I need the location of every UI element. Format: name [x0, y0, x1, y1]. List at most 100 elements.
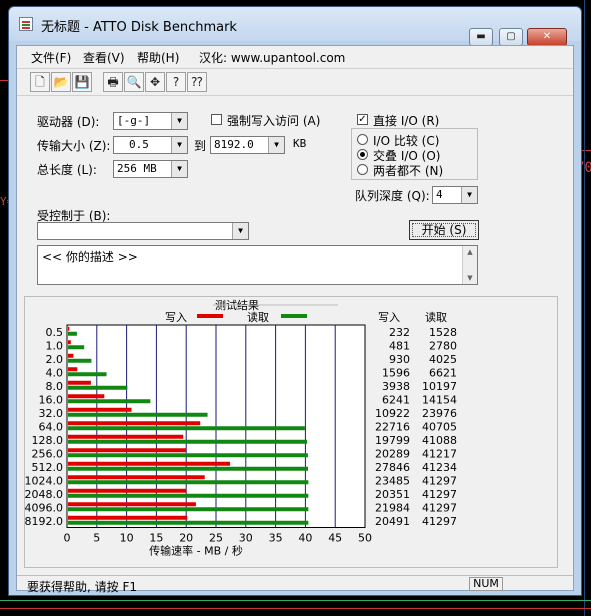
- write-bar: [68, 421, 201, 426]
- maximize-button[interactable]: ▢: [499, 28, 523, 46]
- app-window: 无标题 - ATTO Disk Benchmark ▬ ▢ ✕ 文件(F) 查看…: [8, 6, 582, 596]
- total-length-label: 总长度 (L):: [37, 163, 97, 177]
- menu-localization[interactable]: 汉化: www.upantool.com: [199, 49, 345, 66]
- results-panel: 测试结果 写入 读取 写入 读取 0 5 10 15 20 25 30 35 40 45 50 传输速率 - M…: [24, 296, 558, 568]
- read-value: 41088: [422, 434, 457, 447]
- category-label: 1024.0: [25, 474, 63, 487]
- read-bar: [68, 493, 309, 498]
- write-bar: [68, 407, 132, 412]
- category-label: 8192.0: [25, 515, 63, 528]
- to-label: 到: [194, 139, 207, 153]
- print-preview-icon[interactable]: 🔍: [124, 72, 144, 92]
- read-value: 1528: [429, 326, 457, 339]
- force-write-checkbox[interactable]: [211, 114, 222, 125]
- category-label: 256.0: [32, 447, 64, 460]
- read-bar: [68, 412, 208, 417]
- read-value: 4025: [429, 353, 457, 366]
- description-scrollbar[interactable]: ▲ ▼: [462, 246, 477, 284]
- new-icon[interactable]: 🗋: [30, 72, 50, 92]
- write-value: 232: [389, 326, 410, 339]
- read-bar: [68, 520, 309, 525]
- scroll-down-icon[interactable]: ▼: [463, 272, 477, 284]
- write-bar: [68, 502, 196, 507]
- write-value: 1596: [382, 366, 410, 379]
- total-length-select[interactable]: 256 MB ▼: [113, 160, 188, 178]
- x-axis-label: 传输速率 - MB / 秒: [149, 544, 243, 558]
- chevron-down-icon: ▼: [232, 223, 248, 239]
- print-icon[interactable]: 🖶: [103, 72, 123, 92]
- menu-help[interactable]: 帮助(H): [137, 49, 179, 66]
- results-chart: 测试结果写入 读取 写入 读取0 5 10 15 20 25 30 35 40 45 50传输速率 - M…: [25, 299, 457, 558]
- x-tick-label: 20: [179, 532, 193, 545]
- write-bar: [68, 340, 71, 345]
- write-value: 20289: [375, 447, 410, 460]
- write-column-header: 写入: [378, 311, 400, 324]
- save-icon[interactable]: 💾: [72, 72, 92, 92]
- title-bar[interactable]: 无标题 - ATTO Disk Benchmark ▬ ▢ ✕: [9, 7, 581, 46]
- read-value: 6621: [429, 366, 457, 379]
- write-bar: [68, 353, 74, 358]
- controlled-by-select[interactable]: ▼: [37, 222, 249, 240]
- transfer-from-select[interactable]: 0.5 ▼: [113, 136, 188, 154]
- description-textarea[interactable]: << 你的描述 >> ▲ ▼: [37, 245, 478, 285]
- minimize-button[interactable]: ▬: [469, 28, 493, 46]
- read-value: 40705: [422, 420, 457, 433]
- read-legend-swatch: [281, 314, 307, 318]
- write-bar: [68, 434, 184, 439]
- move-icon[interactable]: ✥: [145, 72, 165, 92]
- drive-value: [-g-]: [117, 114, 151, 127]
- write-value: 23485: [375, 474, 410, 487]
- read-value: 23976: [422, 407, 457, 420]
- category-label: 0.5: [46, 326, 64, 339]
- read-column-header: 读取: [425, 310, 447, 324]
- write-bar: [68, 475, 205, 480]
- context-help-icon[interactable]: ⁇: [187, 72, 207, 92]
- help-icon[interactable]: ?: [166, 72, 186, 92]
- menu-view[interactable]: 查看(V): [83, 49, 125, 66]
- close-button[interactable]: ✕: [527, 28, 567, 46]
- category-label: 512.0: [32, 461, 64, 474]
- io-compare-radio[interactable]: [357, 134, 368, 145]
- queue-depth-label: 队列深度 (Q):: [355, 189, 430, 203]
- description-text: << 你的描述 >>: [42, 250, 138, 264]
- x-tick-label: 40: [298, 532, 312, 545]
- neither-radio[interactable]: [357, 164, 368, 175]
- menu-file[interactable]: 文件(F): [31, 49, 71, 66]
- category-label: 2048.0: [25, 488, 63, 501]
- write-value: 21984: [375, 501, 410, 514]
- queue-depth-select[interactable]: 4 ▼: [432, 186, 478, 204]
- category-label: 128.0: [32, 434, 64, 447]
- read-bar: [68, 453, 308, 458]
- category-label: 4.0: [46, 366, 64, 379]
- category-label: 8.0: [46, 380, 64, 393]
- direct-io-checkbox[interactable]: ✓: [357, 114, 368, 125]
- write-legend-label: 写入: [165, 311, 187, 324]
- start-button[interactable]: 开始 (S): [409, 220, 479, 240]
- category-label: 2.0: [46, 353, 64, 366]
- read-value: 10197: [422, 380, 457, 393]
- write-bar: [68, 380, 91, 385]
- queue-depth-value: 4: [436, 188, 443, 201]
- chevron-down-icon: ▼: [461, 187, 477, 203]
- neither-label: 两者都不 (N): [373, 164, 444, 178]
- x-tick-label: 35: [269, 532, 283, 545]
- write-value: 20491: [375, 515, 410, 528]
- read-bar: [68, 507, 309, 512]
- transfer-from-value: 0.5: [129, 138, 149, 151]
- overlapped-io-radio[interactable]: [357, 149, 368, 160]
- x-tick-label: 30: [239, 532, 253, 545]
- write-bar: [68, 326, 70, 331]
- open-icon[interactable]: 📂: [51, 72, 71, 92]
- total-length-value: 256 MB: [117, 162, 157, 175]
- write-bar: [68, 394, 105, 399]
- window-title: 无标题 - ATTO Disk Benchmark: [41, 20, 237, 35]
- x-tick-label: 45: [328, 532, 342, 545]
- transfer-to-select[interactable]: 8192.0 ▼: [210, 136, 285, 154]
- drive-label: 驱动器 (D):: [37, 115, 100, 129]
- drive-select[interactable]: [-g-] ▼: [113, 112, 188, 130]
- read-bar: [68, 480, 309, 485]
- category-label: 16.0: [39, 393, 64, 406]
- scroll-up-icon[interactable]: ▲: [463, 246, 477, 258]
- x-tick-label: 10: [120, 532, 134, 545]
- background-line: [0, 80, 8, 81]
